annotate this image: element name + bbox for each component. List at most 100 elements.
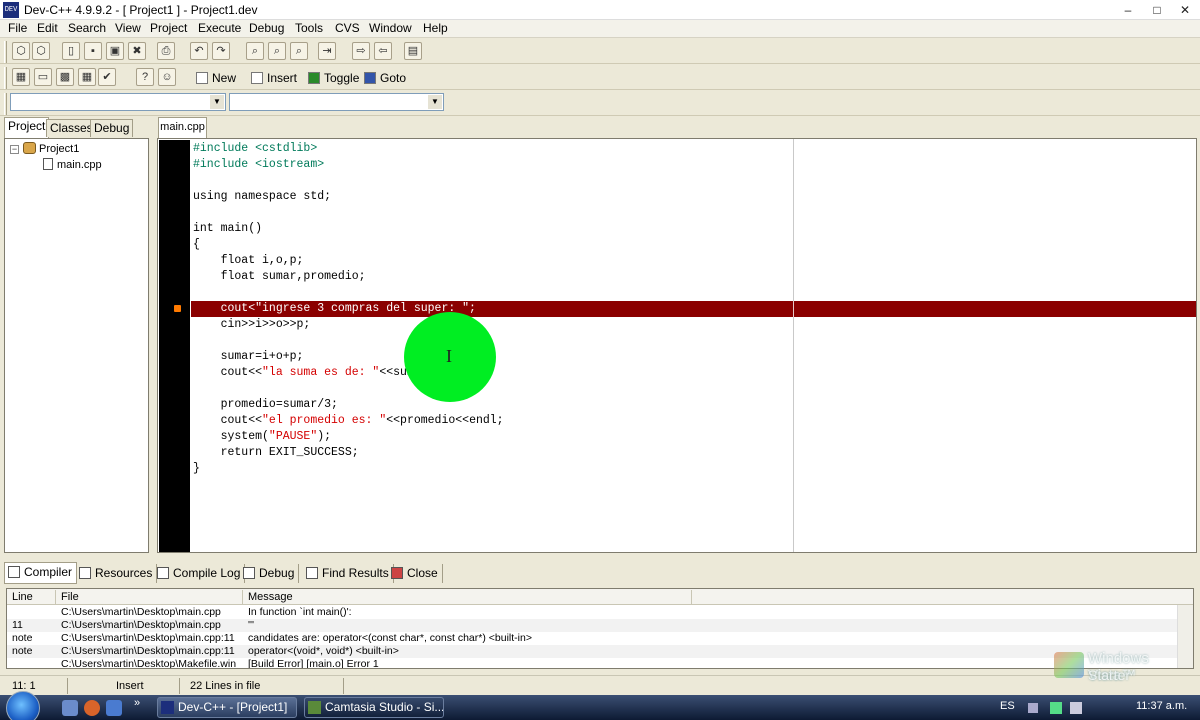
tab-find-results[interactable]: Find Results (303, 564, 394, 583)
log-row[interactable]: C:\Users\martin\Desktop\main.cpp In funct… (7, 606, 1177, 619)
log-row[interactable]: note C:\Users\martin\Desktop\main.cpp:11 c… (7, 632, 1177, 645)
rebuild-all-icon[interactable]: ▦ (78, 68, 96, 86)
menu-tools[interactable]: Tools (293, 21, 325, 35)
toolbar-grip[interactable] (4, 41, 7, 63)
debug-check-icon[interactable]: ✔ (98, 68, 116, 86)
menu-search[interactable]: Search (66, 21, 108, 35)
tree-file-node[interactable]: main.cpp (43, 158, 102, 171)
tab-resources[interactable]: Resources (76, 564, 158, 583)
find-icon[interactable]: ⌕ (246, 42, 264, 60)
member-select[interactable]: ▼ (229, 93, 444, 111)
tab-debug-output[interactable]: Debug (240, 564, 300, 583)
code-editor[interactable]: #include <cstdlib> #include <iostream> usi… (157, 138, 1197, 553)
close-window-button[interactable]: ✕ (1173, 2, 1197, 18)
goto-line-icon[interactable]: ⇥ (318, 42, 336, 60)
col-file[interactable]: File (56, 590, 243, 604)
col-line[interactable]: Line (7, 590, 56, 604)
log-file: C:\Users\martin\Desktop\main.cpp (61, 619, 221, 631)
menu-file[interactable]: File (6, 21, 29, 35)
run-icon[interactable]: ▭ (34, 68, 52, 86)
add-to-project-icon[interactable]: ⇨ (352, 42, 370, 60)
new-file-icon[interactable]: ▯ (62, 42, 80, 60)
compiler-log[interactable]: Line File Message C:\Users\martin\Deskto… (6, 588, 1194, 669)
switch-windows-icon[interactable] (106, 700, 122, 716)
editor-tab-main-cpp[interactable]: main.cpp (158, 117, 207, 138)
clock[interactable]: 11:37 a.m. (1136, 700, 1187, 712)
toolbar-grip-2[interactable] (4, 67, 7, 89)
reopen-icon[interactable]: ⬡ (32, 42, 50, 60)
taskbar-devcpp[interactable]: Dev-C++ - [Project1] (157, 697, 297, 718)
remove-from-project-icon[interactable]: ⇦ (374, 42, 392, 60)
windows-flag-icon (1054, 652, 1084, 678)
undo-icon[interactable]: ↶ (190, 42, 208, 60)
menu-cvs[interactable]: CVS (333, 21, 362, 35)
ibeam-cursor-icon: I (446, 346, 452, 366)
menu-help[interactable]: Help (421, 21, 450, 35)
volume-icon[interactable] (1070, 702, 1082, 714)
code-line: float sumar,promedio; (193, 270, 366, 283)
tab-project[interactable]: Project (4, 117, 50, 138)
tree-project-node[interactable]: Project1 (23, 142, 79, 155)
chevron-down-icon[interactable]: ▼ (210, 95, 224, 109)
goto-button[interactable]: Goto (364, 68, 406, 88)
chevron-down-icon[interactable]: ▼ (428, 95, 442, 109)
menu-execute[interactable]: Execute (196, 21, 243, 35)
open-project-icon[interactable]: ⬡ (12, 42, 30, 60)
collapse-icon[interactable]: − (10, 145, 19, 154)
compile-run-icon[interactable]: ▩ (56, 68, 74, 86)
tray-expand-icon[interactable] (1028, 703, 1038, 713)
quicklaunch-overflow-icon[interactable]: » (134, 697, 140, 709)
redo-icon[interactable]: ↷ (212, 42, 230, 60)
window-title: Dev-C++ 4.9.9.2 - [ Project1 ] - Project… (24, 3, 258, 17)
start-button[interactable] (6, 691, 40, 720)
code-line: cin>>i>>o>>p; (193, 318, 311, 331)
close-file-icon[interactable]: ✖ (128, 42, 146, 60)
compile-log-icon (157, 567, 169, 579)
tab-compile-log[interactable]: Compile Log (154, 564, 246, 583)
help-icon[interactable]: ? (136, 68, 154, 86)
maximize-button[interactable]: □ (1145, 2, 1169, 18)
col-message[interactable]: Message (243, 590, 692, 604)
camtasia-icon (308, 701, 321, 714)
network-icon[interactable] (1050, 702, 1062, 714)
tab-compiler[interactable]: Compiler (4, 562, 78, 584)
log-row[interactable]: note C:\Users\martin\Desktop\main.cpp:11 … (7, 645, 1177, 658)
class-select[interactable]: ▼ (10, 93, 226, 111)
find-next-icon[interactable]: ⌕ (290, 42, 308, 60)
toggle-button[interactable]: Toggle (308, 68, 359, 88)
system-tray: ES 11:37 a.m. (992, 695, 1200, 720)
menu-window[interactable]: Window (367, 21, 414, 35)
goto-bookmark-icon (364, 72, 376, 84)
log-row[interactable]: C:\Users\martin\Desktop\Makefile.win [Bui… (7, 658, 1177, 668)
language-indicator[interactable]: ES (1000, 700, 1015, 712)
tab-debug[interactable]: Debug (90, 119, 134, 137)
menu-view[interactable]: View (113, 21, 143, 35)
menu-edit[interactable]: Edit (35, 21, 60, 35)
windows-watermark: Windows Vista™ Starter (1054, 650, 1194, 690)
replace-icon[interactable]: ⌕ (268, 42, 286, 60)
about-icon[interactable]: ☺ (158, 68, 176, 86)
error-marker-icon (174, 305, 181, 312)
save-all-icon[interactable]: ▣ (106, 42, 124, 60)
taskbar-camtasia[interactable]: Camtasia Studio - Si... (304, 697, 444, 718)
print-icon[interactable]: ⎙ (157, 42, 175, 60)
compile-icon[interactable]: ▦ (12, 68, 30, 86)
insert-button[interactable]: Insert (251, 68, 297, 88)
toolbar-grip-3[interactable] (4, 93, 7, 115)
tab-close-label: Close (407, 566, 438, 580)
menu-debug[interactable]: Debug (247, 21, 286, 35)
toggle-label: Toggle (324, 71, 360, 85)
project-icon (23, 142, 36, 154)
save-icon[interactable]: ▪ (84, 42, 102, 60)
menu-project[interactable]: Project (148, 21, 189, 35)
show-desktop-icon[interactable] (62, 700, 78, 716)
minimize-button[interactable]: – (1116, 2, 1140, 18)
project-options-icon[interactable]: ▤ (404, 42, 422, 60)
tab-close[interactable]: Close (388, 564, 443, 583)
editor-gutter[interactable] (159, 140, 190, 552)
new-button[interactable]: New (196, 68, 236, 88)
log-row[interactable]: 11 C:\Users\martin\Desktop\main.cpp ''' (7, 619, 1177, 632)
status-bar: 11: 1 Insert 22 Lines in file (0, 675, 1200, 695)
browser-icon[interactable] (84, 700, 100, 716)
devcpp-app-icon[interactable]: DEV (3, 2, 19, 18)
